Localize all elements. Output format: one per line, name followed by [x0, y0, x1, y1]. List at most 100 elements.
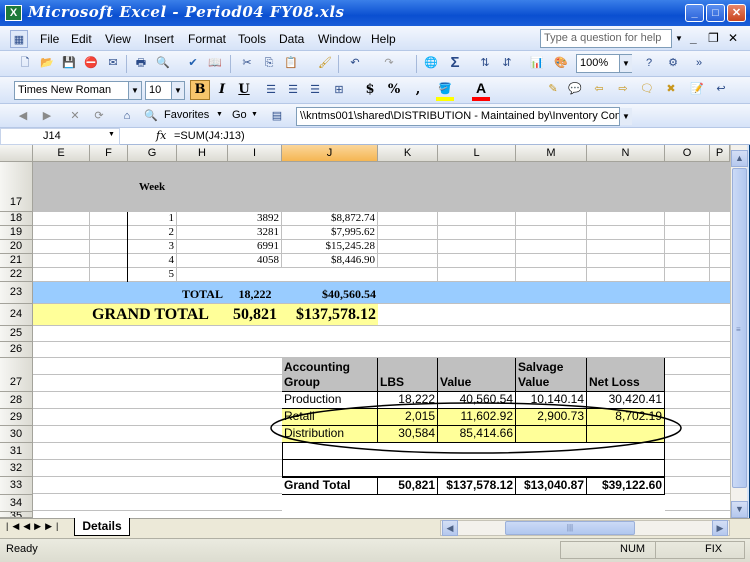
- row-header[interactable]: 21: [0, 254, 33, 268]
- align-right-icon[interactable]: ☰: [306, 81, 324, 99]
- tab-scroll-buttons[interactable]: |◀◀▶▶|: [6, 521, 62, 532]
- name-box-dropdown-icon[interactable]: ▼: [108, 131, 115, 138]
- reviewing-icon[interactable]: ✎: [544, 80, 562, 98]
- cell[interactable]: [228, 162, 282, 212]
- doc-close-button[interactable]: ✕: [728, 31, 738, 45]
- value-cell[interactable]: $15,245.28: [282, 240, 378, 254]
- underline-button[interactable]: U: [234, 80, 254, 100]
- row-header[interactable]: 20: [0, 240, 33, 254]
- favorites-dropdown-icon[interactable]: ▼: [216, 111, 223, 118]
- summary-grand-total-salvage[interactable]: $13,040.87: [516, 477, 587, 495]
- font-name-select[interactable]: Times New Roman: [14, 81, 142, 100]
- column-header[interactable]: O: [665, 145, 710, 162]
- go-dropdown-icon[interactable]: ▼: [251, 111, 258, 118]
- lbs-cell[interactable]: 3281: [228, 226, 282, 240]
- help-dropdown-icon[interactable]: ▼: [675, 34, 683, 43]
- value-cell[interactable]: $7,995.62: [282, 226, 378, 240]
- doc-restore-button[interactable]: ❐: [708, 31, 719, 45]
- row-header[interactable]: 24: [0, 304, 33, 326]
- print-preview-icon[interactable]: 🔍: [154, 54, 172, 72]
- sort-descending-icon[interactable]: ⇵: [498, 54, 516, 72]
- maximize-button[interactable]: □: [706, 4, 725, 22]
- paste-icon[interactable]: 📋: [282, 54, 300, 72]
- summary-grand-total-value[interactable]: $137,578.12: [438, 477, 516, 495]
- row-header[interactable]: 26: [0, 342, 33, 358]
- format-painter-icon[interactable]: 🖌: [316, 54, 334, 72]
- menu-help[interactable]: Help: [371, 32, 396, 46]
- column-header[interactable]: I: [228, 145, 282, 162]
- permission-icon[interactable]: ⛔: [82, 54, 100, 72]
- close-button[interactable]: ✕: [727, 4, 746, 22]
- print-icon[interactable]: 🖶: [132, 54, 150, 72]
- row-header[interactable]: 34: [0, 495, 33, 512]
- menu-insert[interactable]: Insert: [144, 32, 174, 46]
- summary-grand-total-lbs[interactable]: 50,821: [378, 477, 438, 495]
- row-header[interactable]: 31: [0, 443, 33, 460]
- merge-center-icon[interactable]: ⊞: [330, 81, 348, 99]
- menu-tools[interactable]: Tools: [238, 32, 266, 46]
- week-cell[interactable]: 5: [128, 268, 177, 282]
- customize-icon[interactable]: ⚙: [664, 54, 682, 72]
- row-header[interactable]: 17: [0, 162, 33, 212]
- cell[interactable]: [177, 162, 228, 212]
- cell[interactable]: [282, 162, 378, 212]
- lbs-cell[interactable]: 3892: [228, 212, 282, 226]
- scroll-down-button[interactable]: ▼: [731, 501, 748, 518]
- copy-icon[interactable]: ⎘: [260, 54, 278, 72]
- previous-comment-icon[interactable]: ⇦: [590, 80, 608, 98]
- address-input[interactable]: \\kntms001\shared\DISTRIBUTION - Maintai…: [296, 107, 620, 126]
- week-cell[interactable]: 4: [128, 254, 177, 268]
- autosum-icon[interactable]: Σ: [446, 54, 464, 72]
- new-icon[interactable]: 🗋: [16, 54, 34, 72]
- drawing-icon[interactable]: 🎨: [552, 54, 570, 72]
- insert-function-icon[interactable]: fx: [156, 129, 166, 142]
- minimize-button[interactable]: _: [685, 4, 704, 22]
- name-box[interactable]: J14: [0, 128, 120, 145]
- cut-icon[interactable]: ✂: [238, 54, 256, 72]
- scroll-left-button[interactable]: ◀: [442, 520, 458, 536]
- next-comment-icon[interactable]: ⇨: [614, 80, 632, 98]
- formula-input[interactable]: =SUM(J4:J13): [174, 130, 245, 142]
- more-buttons-icon[interactable]: »: [690, 54, 708, 72]
- column-header[interactable]: E: [33, 145, 90, 162]
- help-icon[interactable]: ?: [640, 54, 658, 72]
- column-header[interactable]: M: [516, 145, 587, 162]
- row-header[interactable]: 30: [0, 426, 33, 443]
- favorites-menu[interactable]: Favorites: [164, 109, 209, 121]
- sheet-tab-details[interactable]: Details: [74, 518, 130, 536]
- lbs-cell[interactable]: 4058: [228, 254, 282, 268]
- summary-header-group[interactable]: Accounting Group: [282, 358, 378, 392]
- track-changes-icon[interactable]: 📝: [688, 80, 706, 98]
- show-web-toolbar-icon[interactable]: ▤: [268, 107, 286, 125]
- address-dropdown-icon[interactable]: ▼: [619, 108, 632, 125]
- summary-header-value[interactable]: Value: [438, 358, 516, 392]
- workbook-icon[interactable]: ▦: [10, 30, 28, 48]
- menu-format[interactable]: Format: [188, 32, 226, 46]
- spelling-icon[interactable]: ✔: [184, 54, 202, 72]
- column-header[interactable]: K: [378, 145, 438, 162]
- reply-icon[interactable]: ↩: [712, 80, 730, 98]
- summary-header-lbs[interactable]: LBS: [378, 358, 438, 392]
- undo-icon[interactable]: ↶: [346, 54, 364, 72]
- save-icon[interactable]: 💾: [60, 54, 78, 72]
- cell[interactable]: [587, 162, 665, 212]
- row-header[interactable]: 33: [0, 477, 33, 495]
- row-header[interactable]: 28: [0, 392, 33, 409]
- currency-button[interactable]: $: [360, 80, 380, 100]
- bold-button[interactable]: B: [190, 80, 210, 100]
- summary-header-net-loss[interactable]: Net Loss: [587, 358, 665, 392]
- cell[interactable]: [90, 162, 128, 212]
- lbs-cell[interactable]: 6991: [228, 240, 282, 254]
- week-cell[interactable]: 2: [128, 226, 177, 240]
- open-icon[interactable]: 📂: [38, 54, 56, 72]
- fill-color-icon[interactable]: 🪣: [436, 80, 454, 98]
- font-name-dropdown-icon[interactable]: ▼: [128, 82, 141, 99]
- week-header[interactable]: Week: [128, 162, 177, 212]
- row-header[interactable]: 19: [0, 226, 33, 240]
- cell[interactable]: [710, 162, 730, 212]
- go-menu[interactable]: Go: [232, 109, 247, 121]
- menu-file[interactable]: File: [40, 32, 59, 46]
- cell[interactable]: [516, 162, 587, 212]
- row-header[interactable]: 25: [0, 326, 33, 342]
- percent-button[interactable]: %: [384, 80, 404, 100]
